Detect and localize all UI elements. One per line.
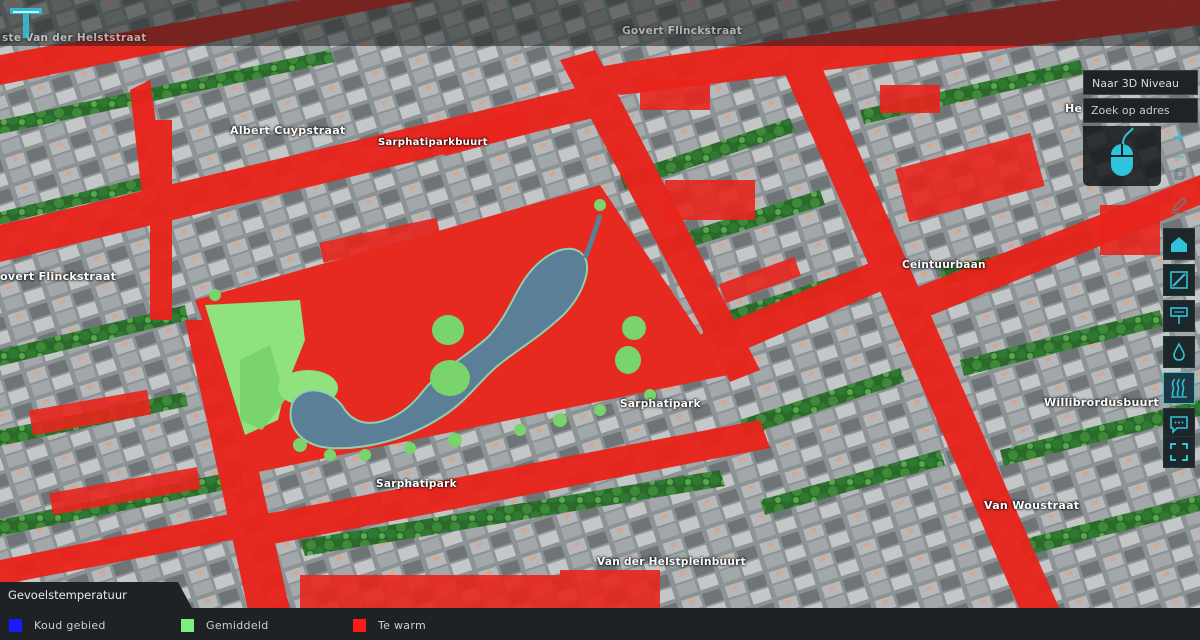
district-label-van-der-helstpleinbuurt: Van der Helstpleinbuurt	[597, 556, 746, 568]
fullscreen-icon	[1170, 443, 1188, 461]
tygron-logo-icon[interactable]	[8, 6, 44, 42]
district-label-sarphatiparkbuurt: Sarphatiparkbuurt	[378, 137, 488, 148]
street-label-albert-cuypstraat: Albert Cuypstraat	[230, 124, 346, 137]
legend-bar: Koud gebied Gemiddeld Te warm	[0, 608, 1200, 640]
water-drop-icon	[1173, 342, 1185, 361]
street-label-ceintuurbaan: Ceintuurbaan	[902, 259, 986, 271]
to-3d-level-button[interactable]: Naar 3D Niveau	[1083, 70, 1198, 95]
legend-swatch-cold	[9, 618, 22, 632]
mouse-navigation-panel[interactable]	[1083, 126, 1161, 186]
legend-label-hot: Te warm	[378, 618, 426, 632]
legend-label-average: Gemiddeld	[206, 618, 269, 632]
legend-title: Gevoelstemperatuur (relatief)	[0, 582, 178, 628]
legend-item-average: Gemiddeld	[181, 618, 269, 632]
comment-icon	[1170, 416, 1188, 434]
home-icon	[1171, 237, 1187, 252]
street-label-govert-flinckstraat-top: Govert Flinckstraat	[622, 25, 743, 37]
top-bar: Govert Flinckstraat ste Van der Helststr…	[0, 0, 1200, 46]
zoom-out-button[interactable]: −	[1163, 148, 1195, 166]
heat-waves-icon	[1171, 378, 1187, 398]
zoom-in-button[interactable]: +	[1163, 128, 1195, 146]
legend-tab-corner	[178, 582, 192, 608]
zoom-controls: + −	[1163, 126, 1195, 186]
info-panel-icon	[1170, 307, 1188, 324]
water-button[interactable]	[1163, 336, 1195, 368]
heat-map[interactable]	[0, 0, 1200, 640]
pencil-icon	[1171, 197, 1187, 214]
legend-item-hot: Te warm	[353, 618, 426, 632]
fullscreen-button[interactable]	[1163, 436, 1195, 468]
street-label-partial-he: He	[1065, 102, 1083, 115]
park-label-sarphatipark-south: Sarphatipark	[376, 478, 457, 490]
info-panel-button[interactable]	[1163, 300, 1195, 332]
street-label-van-woustraat: Van Woustraat	[984, 499, 1080, 512]
legend-item-cold: Koud gebied	[9, 618, 106, 632]
park-label-sarphatipark: Sarphatipark	[620, 398, 701, 410]
home-button[interactable]	[1163, 228, 1195, 260]
address-search-input[interactable]	[1083, 98, 1198, 123]
district-label-willibrordusbuurt: Willibrordusbuurt	[1044, 396, 1160, 409]
layers-icon[interactable]	[1163, 168, 1195, 184]
mouse-icon	[1111, 127, 1134, 176]
draw-icon	[1170, 271, 1188, 289]
legend-swatch-average	[181, 618, 194, 632]
pencil-tool-button[interactable]	[1163, 192, 1195, 218]
heat-stress-button[interactable]	[1163, 372, 1195, 404]
legend-swatch-hot	[353, 618, 366, 632]
street-label-govert-flinckstraat-west: overt Flinckstraat	[0, 270, 117, 283]
legend-label-cold: Koud gebied	[34, 618, 106, 632]
draw-tool-button[interactable]	[1163, 264, 1195, 296]
